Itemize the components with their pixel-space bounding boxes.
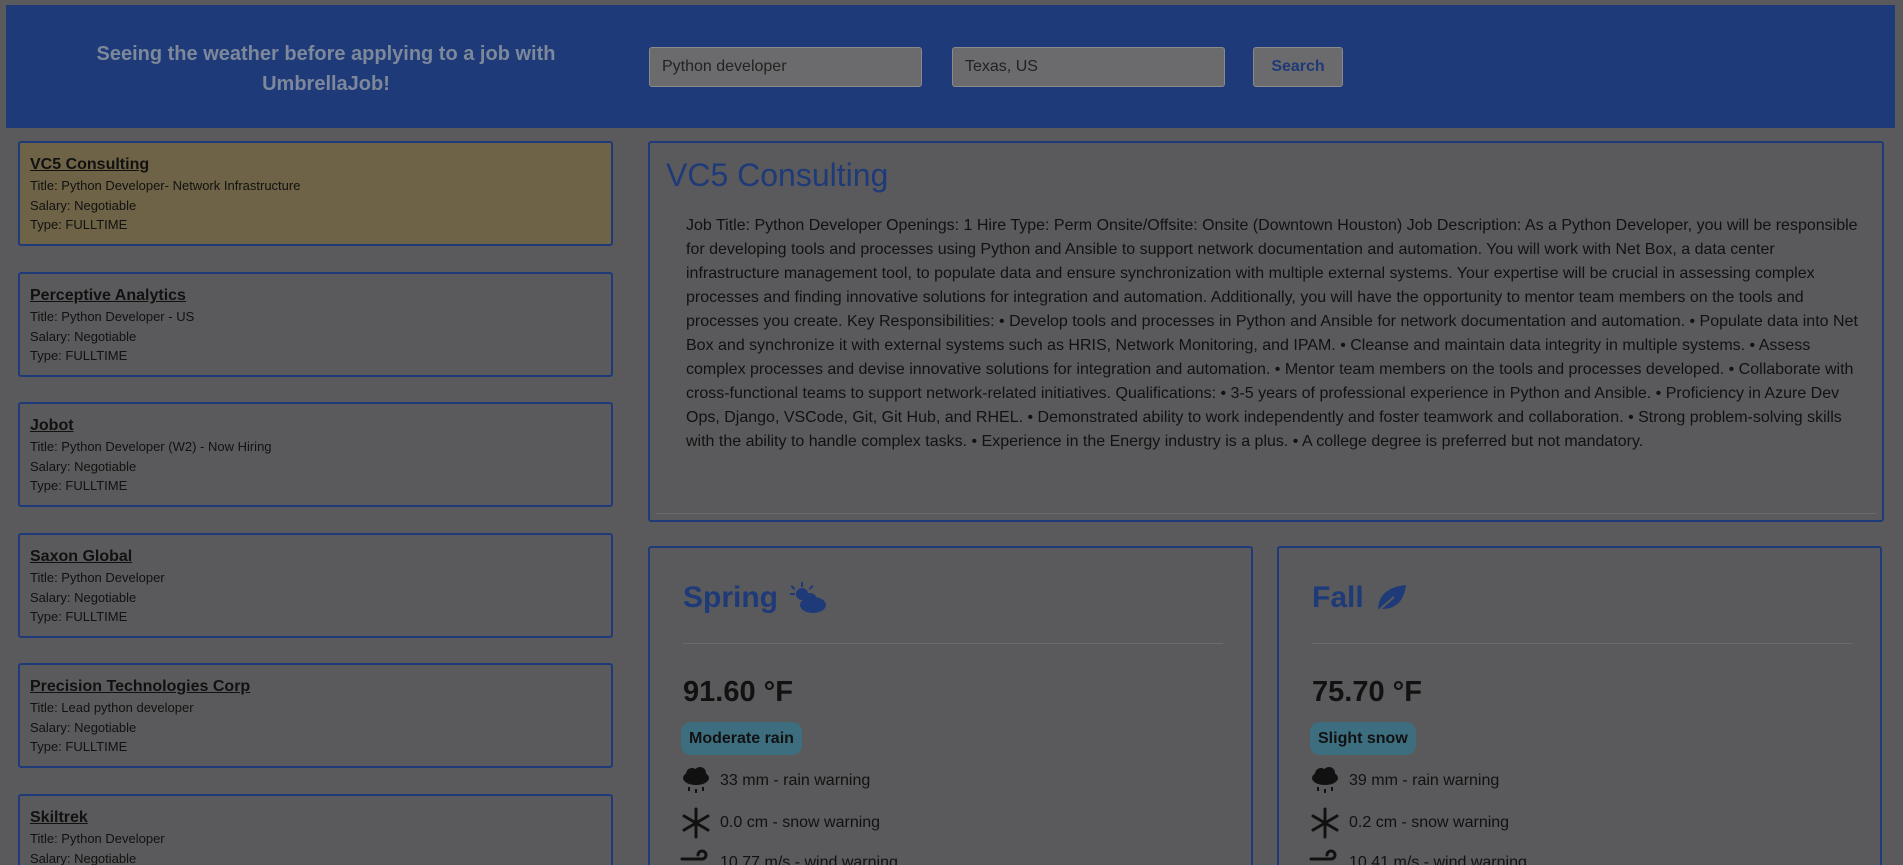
snow-value: 0.2 cm - snow warning xyxy=(1349,814,1510,831)
temperature: 91.60 °F xyxy=(683,676,793,708)
job-company-link[interactable]: VC5 Consulting xyxy=(30,154,601,176)
job-description: Job Title: Python Developer Openings: 1 … xyxy=(686,217,1858,450)
wind-value: 10.41 m/s - wind warning xyxy=(1349,854,1527,865)
rain-value: 33 mm - rain warning xyxy=(720,772,871,789)
job-detail-panel: VC5 Consulting Job Title: Python Develop… xyxy=(648,141,1884,522)
divider xyxy=(683,643,1223,644)
wind-row: 10.41 m/s - wind warning xyxy=(1309,846,1527,865)
job-card[interactable]: VC5 Consulting Title: Python Developer- … xyxy=(18,141,613,246)
season-heading: Fall xyxy=(1312,581,1414,615)
job-title: Title: Lead python developer xyxy=(30,700,194,715)
season-heading: Spring xyxy=(683,581,828,615)
app-tagline: Seeing the weather before applying to a … xyxy=(96,43,556,95)
job-company-link[interactable]: Perceptive Analytics xyxy=(30,285,601,307)
season-label: Fall xyxy=(1312,581,1364,614)
job-detail-body: VC5 Consulting Job Title: Python Develop… xyxy=(656,149,1876,514)
snowflake-icon xyxy=(680,807,712,839)
snowflake-icon xyxy=(1309,807,1341,839)
search-button[interactable]: Search xyxy=(1253,47,1343,87)
job-company-link[interactable]: Jobot xyxy=(30,415,601,437)
leaf-icon xyxy=(1374,581,1414,615)
job-company-link[interactable]: Skiltrek xyxy=(30,807,601,829)
season-label: Spring xyxy=(683,581,778,614)
rain-value: 39 mm - rain warning xyxy=(1349,772,1500,789)
rain-row: 33 mm - rain warning xyxy=(680,764,870,798)
wind-icon xyxy=(680,847,712,865)
job-card[interactable]: Perceptive Analytics Title: Python Devel… xyxy=(18,272,613,377)
job-salary: Salary: Negotiable xyxy=(30,197,137,213)
job-type: Type: FULLTIME xyxy=(30,217,128,232)
job-salary: Salary: Negotiable xyxy=(30,719,137,735)
snow-value: 0.0 cm - snow warning xyxy=(720,814,881,831)
detail-company-title: VC5 Consulting xyxy=(666,157,889,193)
job-salary: Salary: Negotiable xyxy=(30,850,137,865)
job-salary: Salary: Negotiable xyxy=(30,458,137,474)
job-title: Title: Python Developer (W2) - Now Hirin… xyxy=(30,439,272,454)
rain-cloud-icon xyxy=(1309,765,1341,797)
temperature: 75.70 °F xyxy=(1312,676,1422,708)
job-type: Type: FULLTIME xyxy=(30,478,128,493)
job-card[interactable]: Precision Technologies Corp Title: Lead … xyxy=(18,663,613,768)
snow-row: 0.0 cm - snow warning xyxy=(680,806,880,840)
job-company-link[interactable]: Precision Technologies Corp xyxy=(30,676,601,698)
job-title: Title: Python Developer - US xyxy=(30,309,195,324)
divider xyxy=(1312,643,1852,644)
condition-badge: Slight snow xyxy=(1310,722,1416,755)
job-title: Title: Python Developer xyxy=(30,831,165,846)
job-query-input[interactable]: Python developer xyxy=(649,47,922,87)
job-card[interactable]: Saxon Global Title: Python Developer Sal… xyxy=(18,533,613,638)
job-card[interactable]: Skiltrek Title: Python Developer Salary:… xyxy=(18,794,613,865)
job-title: Title: Python Developer xyxy=(30,570,165,585)
job-type: Type: FULLTIME xyxy=(30,609,128,624)
job-type: Type: FULLTIME xyxy=(30,348,128,363)
wind-value: 10.77 m/s - wind warning xyxy=(720,854,898,865)
sun-cloud-icon xyxy=(788,581,828,615)
wind-row: 10.77 m/s - wind warning xyxy=(680,846,898,865)
rain-cloud-icon xyxy=(680,765,712,797)
job-company-link[interactable]: Saxon Global xyxy=(30,546,601,568)
rain-row: 39 mm - rain warning xyxy=(1309,764,1499,798)
top-bar: Seeing the weather before applying to a … xyxy=(6,5,1895,128)
job-card[interactable]: Jobot Title: Python Developer (W2) - Now… xyxy=(18,402,613,507)
location-input[interactable]: Texas, US xyxy=(952,47,1225,87)
snow-row: 0.2 cm - snow warning xyxy=(1309,806,1509,840)
job-salary: Salary: Negotiable xyxy=(30,589,137,605)
weather-card-spring: Spring 91.60 °F Moderate rain 33 mm - ra… xyxy=(648,546,1253,865)
wind-icon xyxy=(1309,847,1341,865)
job-type: Type: FULLTIME xyxy=(30,739,128,754)
job-title: Title: Python Developer- Network Infrast… xyxy=(30,178,301,193)
job-salary: Salary: Negotiable xyxy=(30,328,137,344)
weather-card-fall: Fall 75.70 °F Slight snow 39 mm - rain w… xyxy=(1277,546,1882,865)
condition-badge: Moderate rain xyxy=(681,722,802,755)
